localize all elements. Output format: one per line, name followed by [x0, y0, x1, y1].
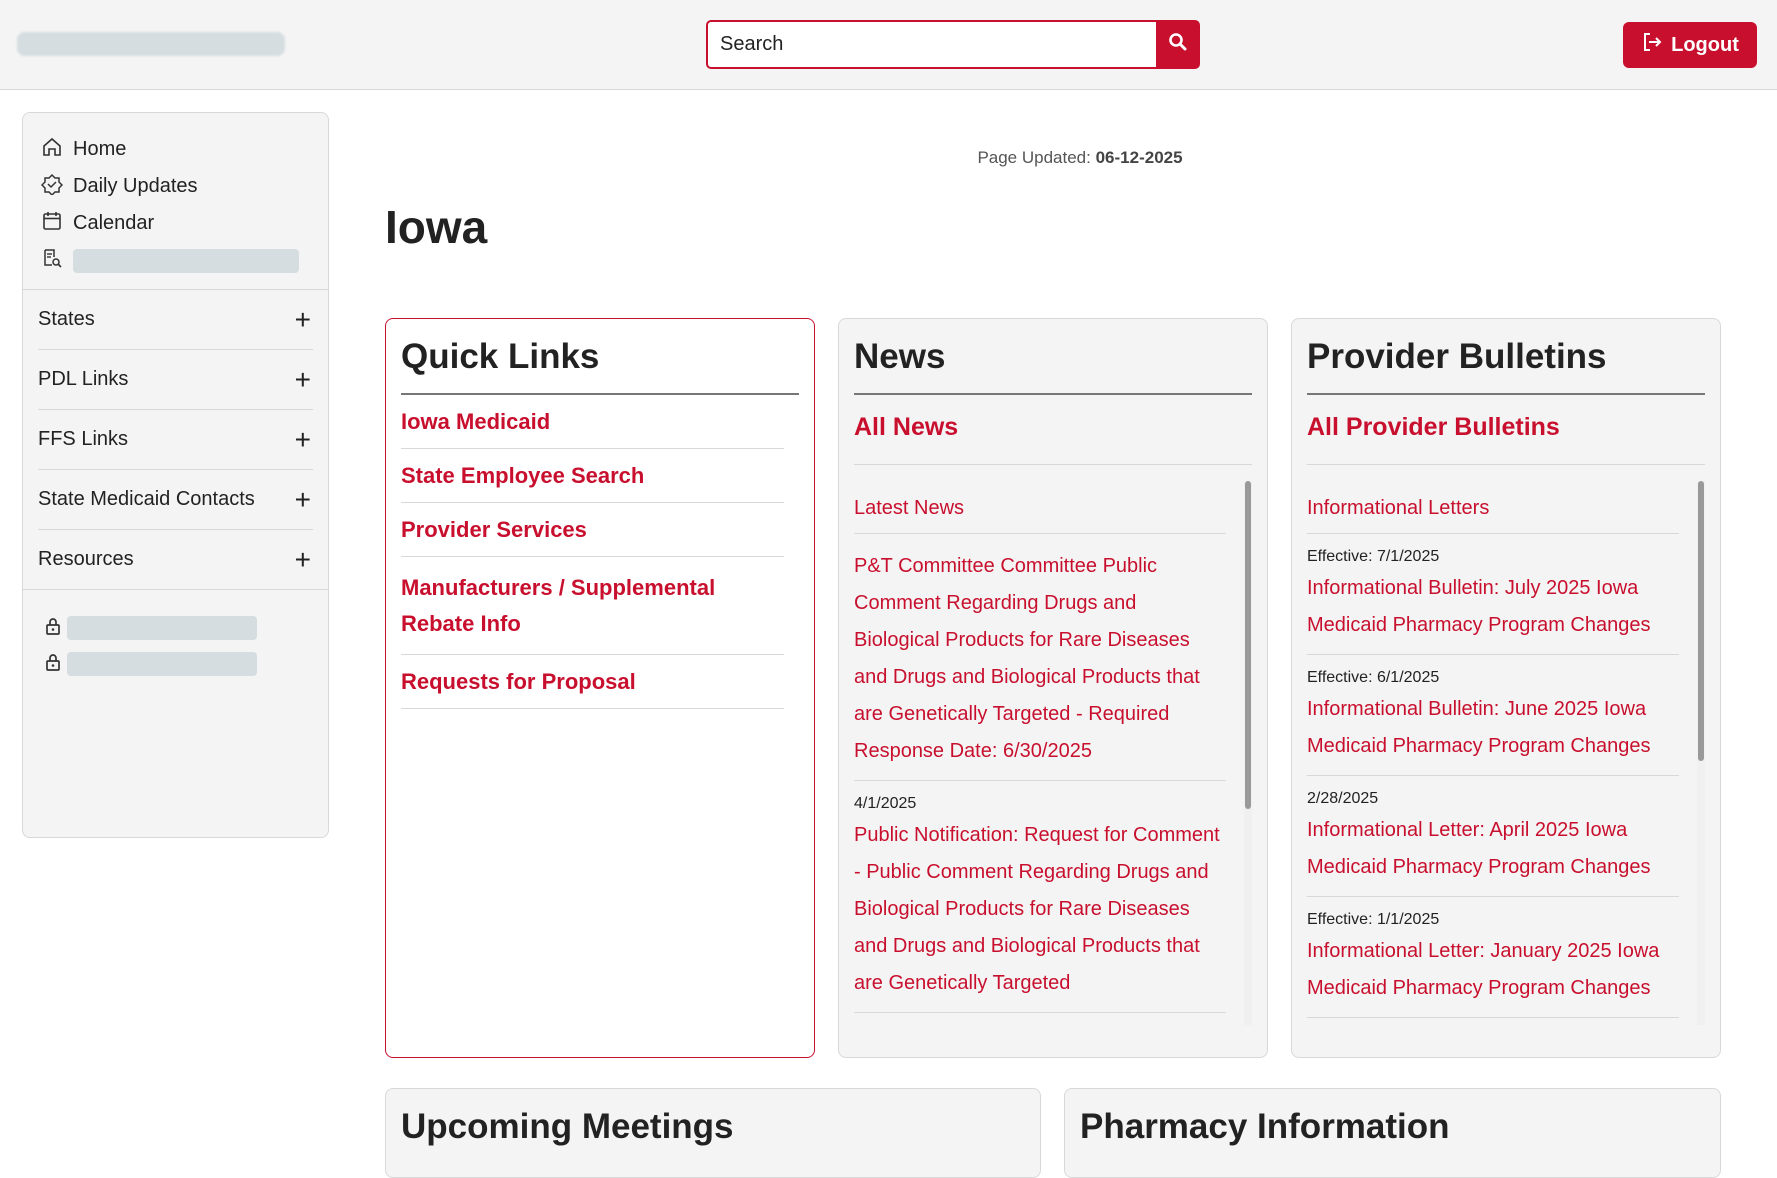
document-search-icon	[41, 247, 63, 275]
sidebar-section-ffs-links[interactable]: FFS Links +	[38, 410, 313, 470]
plus-icon: +	[294, 363, 311, 395]
sidebar-section-states[interactable]: States +	[38, 290, 313, 350]
bulletin-link[interactable]: Informational Bulletin: July 2025 Iowa M…	[1307, 570, 1679, 644]
sidebar-item-redacted[interactable]	[41, 242, 310, 279]
quick-link-manufacturers[interactable]: Manufacturers / Supplemental Rebate Info	[401, 557, 784, 655]
list-item: Effective: 6/1/2025 Informational Bullet…	[1307, 655, 1679, 776]
bulletins-scroll-area[interactable]: Informational Letters Effective: 7/1/202…	[1307, 465, 1705, 1025]
sidebar-item-label: Home	[73, 138, 127, 160]
page-updated-label: Page Updated:	[977, 148, 1091, 167]
section-label: States	[38, 308, 95, 330]
sidebar-item-home[interactable]: Home	[41, 131, 310, 168]
plus-icon: +	[294, 543, 311, 575]
list-item: Effective: 1/1/2025 Informational Letter…	[1307, 897, 1679, 1018]
locked-link[interactable]	[43, 646, 308, 682]
plus-icon: +	[294, 483, 311, 515]
lock-icon	[43, 652, 63, 677]
news-scroll-area[interactable]: Latest News P&T Committee Committee Publ…	[854, 465, 1252, 1025]
logout-label: Logout	[1671, 33, 1739, 56]
sidebar-locked-links	[23, 590, 328, 682]
calendar-icon	[41, 210, 63, 238]
locked-link[interactable]	[43, 610, 308, 646]
card-title: News	[854, 319, 1252, 395]
bulletin-link[interactable]: Informational Letters	[1307, 493, 1679, 523]
quick-link-provider-services[interactable]: Provider Services	[401, 503, 784, 557]
all-provider-bulletins-link[interactable]: All Provider Bulletins	[1307, 395, 1705, 465]
list-item: P&T Committee Committee Public Comment R…	[854, 534, 1226, 781]
news-link[interactable]: P&T Committee Committee Public Comment R…	[854, 548, 1226, 770]
list-item: 4/1/2025 Public Notification: Request fo…	[854, 781, 1226, 1013]
quick-link-iowa-medicaid[interactable]: Iowa Medicaid	[401, 395, 784, 449]
card-title: Pharmacy Information	[1080, 1107, 1450, 1146]
redacted-label	[67, 652, 257, 676]
section-label: PDL Links	[38, 368, 129, 390]
home-icon	[41, 136, 63, 164]
bulletin-date: 2/28/2025	[1307, 790, 1379, 807]
pharmacy-information-card: Pharmacy Information	[1064, 1088, 1721, 1178]
news-card: News All News Latest News P&T Committee …	[838, 318, 1268, 1058]
bulletin-link[interactable]: Informational Letter: January 2025 Iowa …	[1307, 933, 1679, 1007]
badge-icon	[40, 173, 64, 201]
scrollbar[interactable]	[1244, 481, 1252, 1025]
plus-icon: +	[294, 303, 311, 335]
section-label: State Medicaid Contacts	[38, 488, 255, 510]
scrollbar-thumb[interactable]	[1245, 481, 1251, 809]
search-input[interactable]	[706, 20, 1156, 69]
redacted-label	[73, 248, 299, 273]
card-title: Upcoming Meetings	[401, 1107, 734, 1146]
sidebar: Home Daily Updates Calendar States + PDL…	[22, 112, 329, 838]
quick-link-requests-for-proposal[interactable]: Requests for Proposal	[401, 655, 784, 709]
bulletin-date: Effective: 7/1/2025	[1307, 548, 1440, 565]
bulletin-link[interactable]: Informational Bulletin: June 2025 Iowa M…	[1307, 691, 1679, 765]
scrollbar[interactable]	[1697, 481, 1705, 1025]
provider-bulletins-card: Provider Bulletins All Provider Bulletin…	[1291, 318, 1721, 1058]
sidebar-item-daily-updates[interactable]: Daily Updates	[40, 168, 310, 205]
sidebar-item-label: Calendar	[73, 212, 155, 234]
page-title: Iowa	[385, 201, 488, 253]
search-icon	[1168, 32, 1188, 57]
redacted-label	[67, 616, 257, 640]
list-item: 2/28/2025 Informational Letter: April 20…	[1307, 776, 1679, 897]
search-button[interactable]	[1156, 20, 1200, 69]
sidebar-section-pdl-links[interactable]: PDL Links +	[38, 350, 313, 410]
list-item: Effective: 7/1/2025 Informational Bullet…	[1307, 534, 1679, 655]
bulletin-link[interactable]: Informational Letter: April 2025 Iowa Me…	[1307, 812, 1679, 886]
top-header: Logout	[0, 0, 1777, 90]
page-updated: Page Updated: 06-12-2025	[880, 148, 1280, 168]
section-label: FFS Links	[38, 428, 129, 450]
upcoming-meetings-card: Upcoming Meetings	[385, 1088, 1041, 1178]
news-link[interactable]: Public Notification: Request for Comment…	[854, 817, 1226, 1002]
quick-links-card: Quick Links Iowa Medicaid State Employee…	[385, 318, 815, 1058]
card-title: Quick Links	[401, 319, 799, 395]
lock-icon	[43, 616, 63, 641]
card-title: Provider Bulletins	[1307, 319, 1705, 395]
quick-link-state-employee-search[interactable]: State Employee Search	[401, 449, 784, 503]
sidebar-top-links: Home Daily Updates Calendar	[23, 113, 328, 290]
section-label: Resources	[38, 548, 134, 570]
all-news-link[interactable]: All News	[854, 395, 1252, 465]
scrollbar-thumb[interactable]	[1698, 481, 1704, 761]
sidebar-item-label: Daily Updates	[73, 175, 198, 197]
sidebar-item-calendar[interactable]: Calendar	[41, 205, 310, 242]
bulletin-date: Effective: 1/1/2025	[1307, 911, 1440, 928]
logout-icon	[1641, 31, 1663, 59]
logout-button[interactable]: Logout	[1623, 22, 1757, 68]
sidebar-section-resources[interactable]: Resources +	[23, 530, 328, 590]
news-date: 4/1/2025	[854, 795, 917, 812]
list-item: Informational Letters	[1307, 479, 1679, 534]
page-updated-date: 06-12-2025	[1095, 148, 1183, 167]
search-bar	[706, 20, 1200, 69]
list-item: Latest News	[854, 479, 1226, 534]
site-logo[interactable]	[17, 32, 285, 56]
bulletin-date: Effective: 6/1/2025	[1307, 669, 1440, 686]
news-link[interactable]: Latest News	[854, 493, 1226, 523]
plus-icon: +	[294, 423, 311, 455]
sidebar-section-state-medicaid-contacts[interactable]: State Medicaid Contacts +	[38, 470, 313, 530]
